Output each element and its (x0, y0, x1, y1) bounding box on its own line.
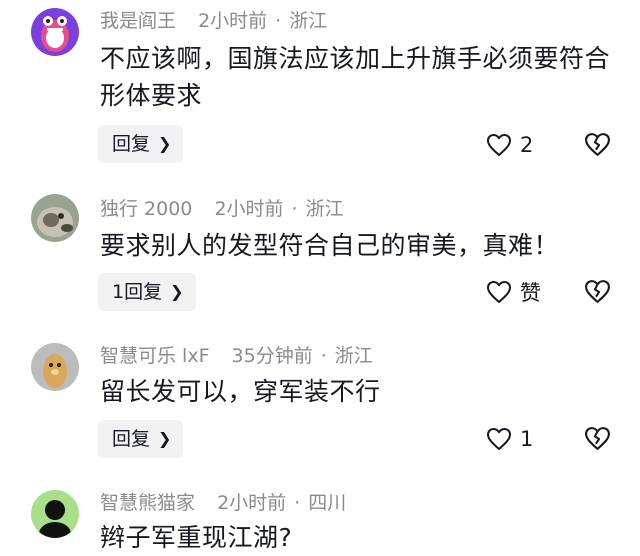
like-button[interactable]: 1 (486, 424, 533, 454)
broken-heart-icon[interactable] (584, 425, 611, 452)
like-count: 赞 (520, 281, 541, 305)
reply-label: 回复 (112, 428, 151, 450)
like-count: 2 (520, 133, 534, 157)
broken-heart-icon[interactable] (584, 131, 611, 158)
comment-time: 2小时前 (198, 10, 268, 32)
user-avatar[interactable] (31, 490, 79, 538)
comment-meta: 独行 2000 2小时前 · 浙江 (100, 197, 344, 221)
reply-label: 回复 (112, 133, 151, 155)
comment-time: 35分钟前 (231, 345, 313, 367)
comment-text: 辫子军重现江湖? (100, 523, 293, 552)
like-button[interactable]: 2 (486, 130, 533, 160)
comment-location: 浙江 (289, 10, 328, 32)
meta-separator: · (275, 10, 282, 32)
meta-separator: · (320, 345, 327, 367)
like-count: 1 (520, 427, 534, 451)
reply-label: 1回复 (112, 281, 163, 303)
heart-outline-icon (487, 428, 511, 450)
black-character-avatar-icon (31, 490, 79, 538)
comment-location: 浙江 (305, 198, 344, 220)
username[interactable]: 我是阎王 (100, 10, 176, 32)
chevron-right-icon: ❯ (158, 134, 172, 153)
user-avatar[interactable] (31, 343, 79, 391)
comment-meta: 智慧可乐 lxF 35分钟前 · 浙江 (100, 344, 373, 368)
reply-button[interactable]: 1回复 ❯ (98, 273, 196, 311)
comment-location: 四川 (308, 492, 347, 514)
meta-separator: · (291, 198, 298, 220)
username[interactable]: 智慧熊猫家 (100, 492, 195, 514)
reply-button[interactable]: 回复 ❯ (98, 420, 184, 458)
comment-time: 2小时前 (217, 492, 287, 514)
comment-text: 不应该啊，国旗法应该加上升旗手必须要符合形体要求 (100, 44, 611, 110)
reply-button[interactable]: 回复 ❯ (98, 125, 184, 163)
comment-time: 2小时前 (214, 198, 284, 220)
broken-heart-icon[interactable] (584, 278, 611, 305)
heart-outline-icon (487, 134, 511, 156)
user-avatar[interactable] (31, 8, 79, 56)
comment-meta: 我是阎王 2小时前 · 浙江 (100, 9, 327, 33)
username[interactable]: 独行 2000 (100, 198, 192, 220)
heart-outline-icon (487, 281, 511, 303)
comment-text: 要求别人的发型符合自己的审美，真难！ (100, 231, 560, 260)
user-avatar[interactable] (31, 194, 79, 242)
cartoon-bear-avatar-icon (31, 343, 79, 391)
comment-meta: 智慧熊猫家 2小时前 · 四川 (100, 491, 346, 515)
username[interactable]: 智慧可乐 lxF (100, 345, 210, 367)
comment-location: 浙江 (334, 345, 373, 367)
chevron-right-icon: ❯ (170, 282, 184, 301)
chevron-right-icon: ❯ (158, 429, 172, 448)
meta-separator: · (294, 492, 301, 514)
animal-photo-avatar-icon (31, 194, 79, 242)
like-button[interactable]: 赞 (486, 277, 541, 307)
comment-text: 留长发可以，穿军装不行 (100, 377, 381, 406)
purple-monster-avatar-icon (31, 8, 79, 56)
